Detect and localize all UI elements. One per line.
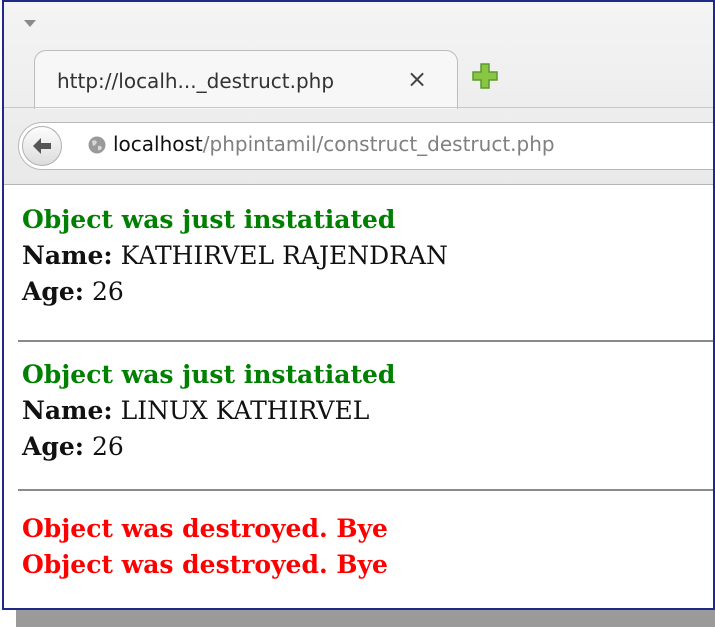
name-line: Name: KATHIRVEL RAJENDRAN [22,241,448,270]
browser-window: http://localh..._destruct.php × localhos… [2,0,715,610]
menu-dropdown-icon[interactable] [24,20,36,27]
plus-icon [472,63,498,89]
name-value: LINUX KATHIRVEL [112,396,370,425]
browser-tab[interactable]: http://localh..._destruct.php × [34,50,458,109]
name-label: Name: [22,241,113,270]
name-label: Name: [22,396,113,425]
new-tab-button[interactable] [471,62,499,90]
address-bar[interactable]: localhost/phpintamil/construct_destruct.… [18,122,713,170]
back-button[interactable] [22,126,62,166]
created-message: Object was just instatiated [22,205,396,234]
age-value: 26 [84,432,124,461]
page-content: Object was just instatiated Name: KATHIR… [4,185,713,608]
destroyed-message: Object was destroyed. Bye [22,550,388,579]
age-value: 26 [84,277,124,306]
horizontal-rule [18,340,713,342]
age-label: Age: [22,277,85,306]
tabstrip-divider [4,107,713,108]
age-label: Age: [22,432,85,461]
name-value: KATHIRVEL RAJENDRAN [112,241,448,270]
name-line: Name: LINUX KATHIRVEL [22,396,369,425]
horizontal-rule [18,489,713,491]
url-path: /phpintamil/construct_destruct.php [202,132,555,156]
url-host: localhost [113,132,203,156]
created-message: Object was just instatiated [22,360,396,389]
age-line: Age: 26 [22,277,124,306]
tab-close-icon[interactable]: × [407,65,427,93]
url-text[interactable]: localhost/phpintamil/construct_destruct.… [113,132,555,156]
globe-icon [88,136,106,154]
tab-title: http://localh..._destruct.php [57,69,335,93]
destroyed-message: Object was destroyed. Bye [22,514,388,543]
browser-chrome: http://localh..._destruct.php × localhos… [4,2,713,185]
back-arrow-icon [33,138,51,154]
age-line: Age: 26 [22,432,124,461]
